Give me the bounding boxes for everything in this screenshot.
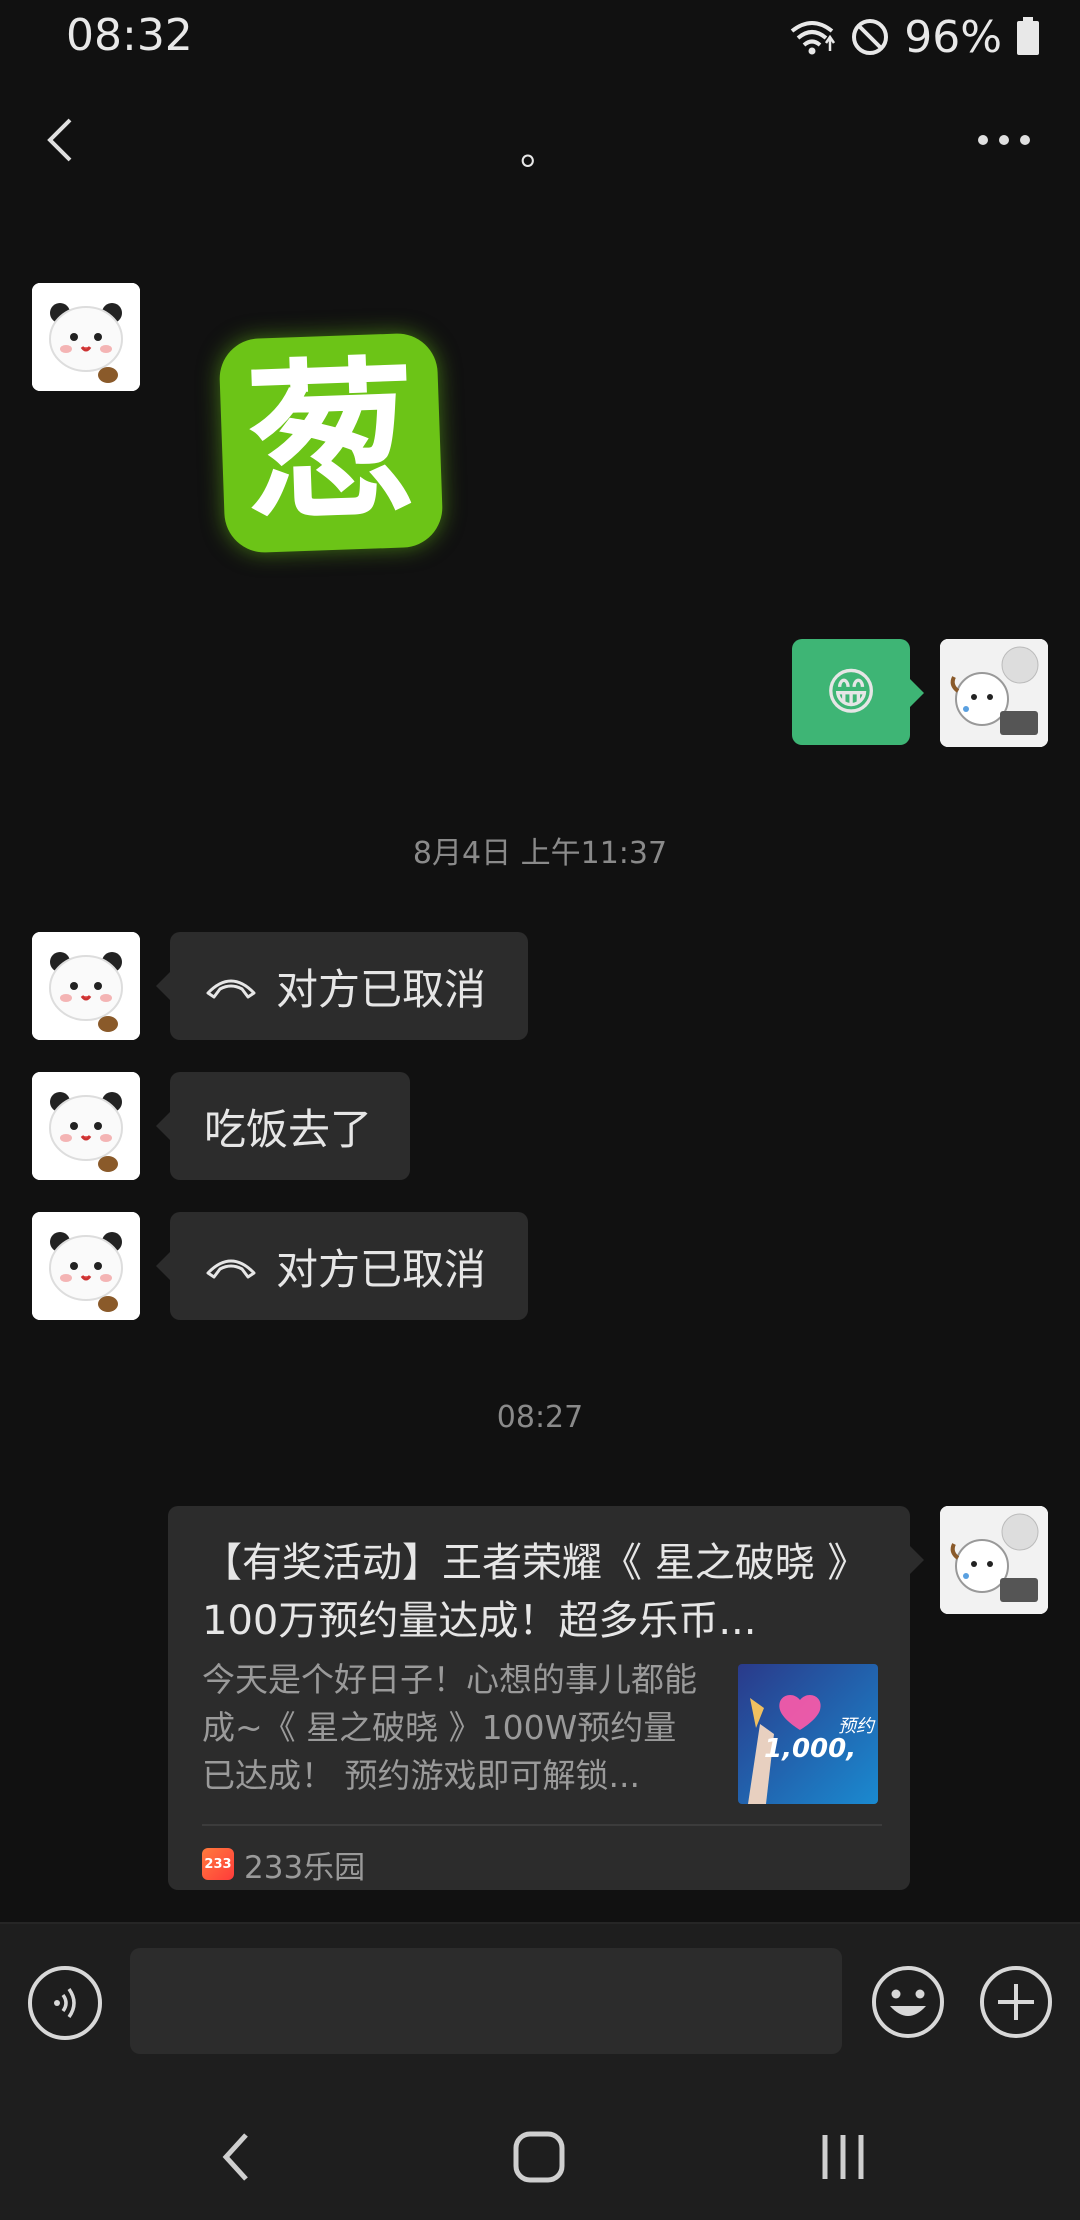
- emoji-icon: [872, 1966, 944, 2038]
- phone-hangup-icon: [206, 1259, 256, 1279]
- panda-avatar-icon: [32, 1212, 140, 1320]
- thumbnail-text: 1,000,: [764, 1734, 857, 1764]
- voice-icon: [54, 1987, 76, 2019]
- nav-home-icon: [513, 2131, 565, 2183]
- battery-percent: 96%: [904, 11, 1002, 63]
- avatar-contact[interactable]: [32, 283, 140, 391]
- avatar-self[interactable]: [940, 1506, 1048, 1614]
- panda-avatar-icon: [32, 1072, 140, 1180]
- emoji-message[interactable]: 😁: [792, 639, 924, 745]
- sheep-avatar-icon: [940, 639, 1048, 747]
- avatar-contact[interactable]: [32, 932, 140, 1040]
- call-message[interactable]: 对方已取消: [156, 1212, 528, 1320]
- battery-icon: [1017, 17, 1039, 55]
- message-text: 吃饭去了: [204, 1104, 373, 1154]
- timestamp: 08:27: [496, 1400, 584, 1435]
- card-divider: [202, 1824, 882, 1826]
- do-not-disturb-icon: [852, 19, 889, 55]
- panda-avatar-icon: [32, 283, 140, 391]
- message-input[interactable]: [130, 1948, 842, 2054]
- call-status-text: 对方已取消: [276, 1244, 487, 1294]
- voice-button[interactable]: [28, 1966, 102, 2040]
- nav-recents-icon: [822, 2135, 864, 2179]
- source-name: 233乐园: [244, 1849, 366, 1886]
- panda-avatar-icon: [32, 932, 140, 1040]
- nav-home-button[interactable]: [494, 2112, 584, 2202]
- sticker-text: 葱: [242, 341, 420, 545]
- link-card-description: 今天是个好日子！心想的事儿都能成~《 星之破晓 》100W预约量已达成！ 预约游…: [202, 1660, 697, 1795]
- text-message[interactable]: 吃饭去了: [156, 1072, 410, 1180]
- avatar-contact[interactable]: [32, 1212, 140, 1320]
- timestamp: 8月4日 上午11:37: [412, 836, 668, 871]
- link-card-title: 【有奖活动】王者荣耀《 星之破晓 》100万预约量达成！超多乐币...: [202, 1540, 868, 1644]
- plus-icon: [980, 1966, 1052, 2038]
- avatar-self[interactable]: [940, 639, 1048, 747]
- input-bar: [0, 1922, 1080, 2082]
- avatar-contact[interactable]: [32, 1072, 140, 1180]
- status-icons: 96%: [788, 11, 1040, 63]
- grin-emoji: 😁: [824, 663, 878, 721]
- chat-header: 。: [0, 96, 1080, 184]
- wifi-icon: [790, 21, 836, 55]
- more-button[interactable]: [964, 110, 1044, 170]
- link-card[interactable]: 【有奖活动】王者荣耀《 星之破晓 》100万预约量达成！超多乐币... 今天是个…: [168, 1506, 924, 1890]
- link-card-thumbnail: 预约 1,000,: [738, 1664, 878, 1804]
- nav-back-button[interactable]: [192, 2112, 282, 2202]
- plus-button[interactable]: [978, 1964, 1054, 2040]
- source-logo-icon: 233: [202, 1848, 234, 1880]
- call-status-text: 对方已取消: [276, 964, 487, 1014]
- chat-title: 。: [520, 128, 560, 174]
- emoji-button[interactable]: [870, 1964, 946, 2040]
- status-time: 08:32: [66, 10, 193, 61]
- system-nav-bar: [0, 2082, 1080, 2220]
- phone-hangup-icon: [206, 979, 256, 999]
- sheep-avatar-icon: [940, 1506, 1048, 1614]
- more-dots-icon: [978, 135, 1030, 145]
- status-bar: 08:32 96%: [0, 0, 1080, 76]
- nav-recents-button[interactable]: [798, 2112, 888, 2202]
- nav-back-icon: [222, 2133, 248, 2181]
- call-message[interactable]: 对方已取消: [156, 932, 528, 1040]
- sticker-message[interactable]: 葱: [218, 332, 444, 554]
- link-card-source: 233 233乐园: [202, 1838, 365, 1890]
